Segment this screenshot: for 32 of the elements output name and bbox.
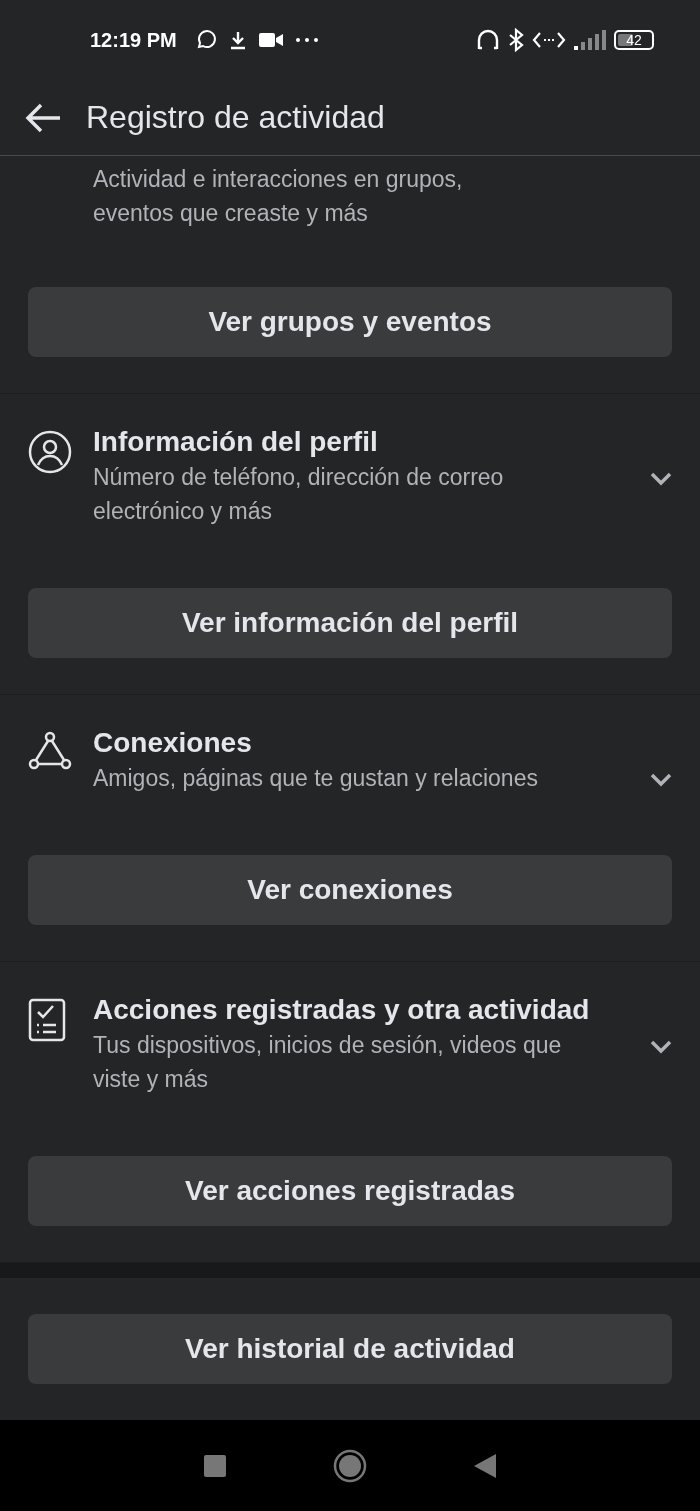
view-button[interactable]: Ver conexiones <box>28 855 672 925</box>
data-transfer-icon <box>532 31 566 49</box>
recent-apps-icon[interactable] <box>203 1454 226 1477</box>
section-title: Conexiones <box>93 726 253 760</box>
headphones-icon <box>476 28 500 52</box>
back-icon[interactable] <box>474 1453 497 1478</box>
video-camera-icon <box>258 31 283 49</box>
bluetooth-icon <box>508 28 524 52</box>
section-description: Número de teléfono, dirección de correo electrónico y más <box>93 463 505 526</box>
status-time: 12:19 PM <box>90 28 177 52</box>
page-title: Registro de actividad <box>86 99 385 136</box>
checklist-icon <box>28 998 66 1042</box>
activity-history-button[interactable]: Ver historial de actividad <box>28 1314 672 1384</box>
section-description: Amigos, páginas que te gustan y relaciones <box>93 764 539 793</box>
chevron-down-icon[interactable] <box>650 472 672 486</box>
chevron-down-icon[interactable] <box>650 773 672 787</box>
section-title: Acciones registradas y otra actividad <box>93 993 591 1027</box>
back-arrow-icon[interactable] <box>24 101 62 134</box>
section-title: Información del perfil <box>93 425 379 459</box>
download-icon <box>228 30 247 50</box>
more-icon <box>294 37 319 43</box>
home-icon[interactable] <box>333 1448 367 1483</box>
battery-icon: 42 <box>614 30 654 50</box>
section-description: Tus dispositivos, inicios de sesión, videos que viste y más <box>93 1031 563 1094</box>
view-button[interactable]: Ver acciones registradas <box>28 1156 672 1226</box>
chevron-down-icon[interactable] <box>650 1040 672 1054</box>
view-button[interactable]: Ver información del perfil <box>28 588 672 658</box>
person-icon <box>28 430 72 474</box>
section-description: Actividad e interacciones en grupos, eventos que creaste y más <box>93 165 464 228</box>
network-icon <box>28 731 72 771</box>
signal-icon <box>574 30 606 50</box>
view-button[interactable]: Ver grupos y eventos <box>28 287 672 357</box>
